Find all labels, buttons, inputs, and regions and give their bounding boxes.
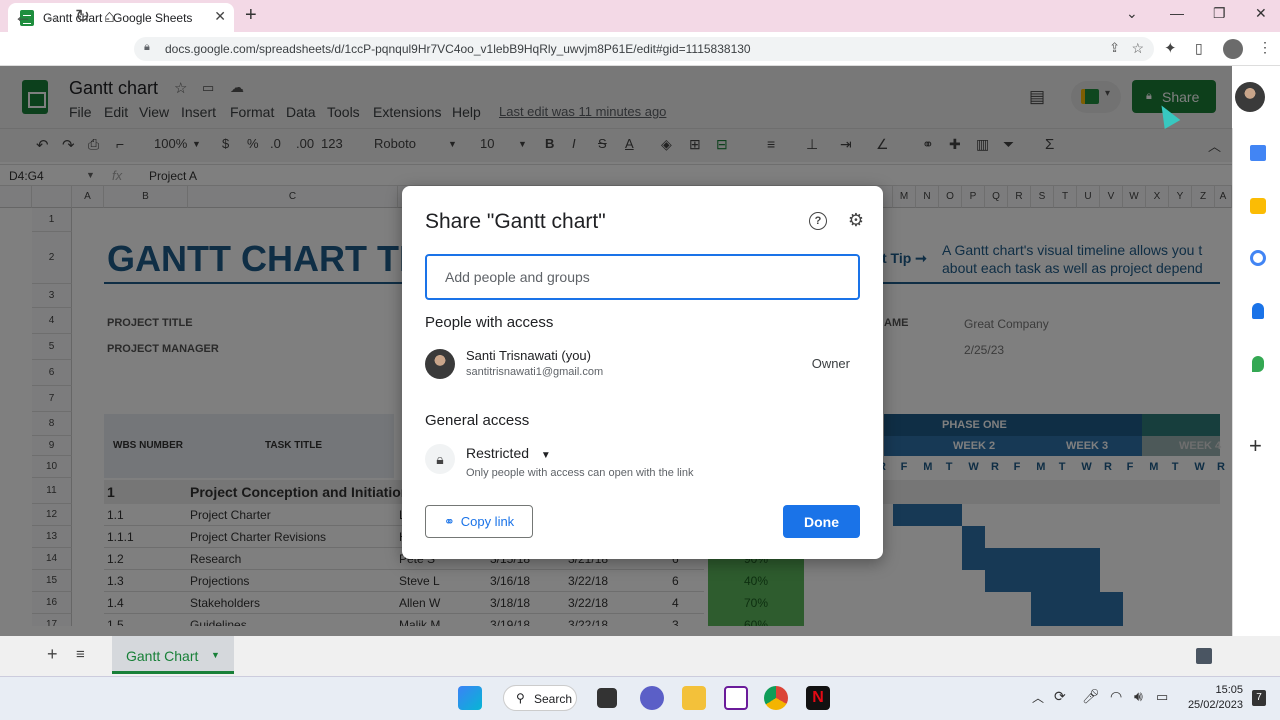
clock-time: 15:05 (1215, 684, 1243, 696)
dialog-title: Share "Gantt chart" (425, 210, 606, 233)
snipping-tool-icon[interactable] (724, 686, 748, 710)
microphone-icon[interactable]: 🎤︎ (1082, 688, 1100, 705)
reload-icon[interactable]: ↻ (75, 6, 90, 27)
lock-icon[interactable]: 🔒︎ (144, 41, 150, 54)
user-avatar (425, 349, 455, 379)
tab-title: Gantt chart - Google Sheets (43, 11, 193, 25)
general-access-heading: General access (425, 412, 530, 429)
task-view-icon[interactable] (597, 688, 617, 708)
side-panel-icon[interactable]: ▯ (1195, 40, 1203, 57)
home-icon[interactable]: ⌂ (104, 6, 115, 27)
start-icon[interactable] (458, 686, 482, 710)
new-tab-button[interactable]: + (245, 4, 257, 27)
clock-date: 25/02/2023 (1187, 699, 1243, 711)
all-sheets-icon[interactable]: ≡ (76, 646, 85, 663)
maps-icon[interactable] (1252, 356, 1264, 372)
minimize-button[interactable]: — (1170, 5, 1184, 21)
copy-link-label: Copy link (460, 513, 515, 529)
add-addon-icon[interactable]: + (1249, 433, 1262, 459)
share-dialog: Share "Gantt chart" ? ⚙ People with acce… (402, 186, 883, 559)
add-sheet-icon[interactable]: + (47, 644, 58, 665)
add-people-input[interactable] (425, 254, 860, 300)
keep-icon[interactable] (1250, 198, 1266, 214)
volume-icon[interactable]: 🔊︎ (1134, 688, 1143, 705)
browser-menu-icon[interactable]: ⋮ (1258, 39, 1272, 56)
tasks-icon[interactable] (1250, 250, 1266, 266)
battery-icon[interactable]: ▭ (1156, 689, 1168, 705)
done-button[interactable]: Done (783, 505, 860, 538)
user-email: santitrisnawati1@gmail.com (466, 366, 604, 378)
calendar-icon[interactable] (1250, 145, 1266, 161)
explore-icon[interactable] (1196, 648, 1212, 664)
search-icon: ⚲ (516, 691, 525, 705)
back-icon[interactable]: ← (14, 6, 32, 27)
forward-icon[interactable]: → (44, 6, 62, 27)
people-heading: People with access (425, 314, 554, 331)
chrome-icon[interactable] (764, 686, 788, 710)
tab-search-icon[interactable]: ⌄ (1126, 5, 1138, 22)
access-description: Only people with access can open with th… (466, 467, 694, 479)
profile-avatar[interactable] (1223, 39, 1243, 59)
taskbar-search-button[interactable]: ⚲ Search (503, 685, 577, 711)
url-field[interactable]: 🔒︎ docs.google.com/spreadsheets/d/1ccP-p… (134, 37, 1154, 61)
link-icon: ⚭ (443, 513, 455, 529)
sheet-tab-label: Gantt Chart (126, 648, 199, 664)
notification-badge[interactable]: 7 (1252, 690, 1266, 706)
url-text: docs.google.com/spreadsheets/d/1ccP-pqnq… (165, 42, 751, 56)
user-name: Santi Trisnawati (you) (466, 348, 591, 363)
wifi-icon[interactable]: ◠ (1110, 688, 1122, 705)
settings-gear-icon[interactable]: ⚙ (846, 210, 866, 230)
browser-tab[interactable]: Gantt chart - Google Sheets ✕ (8, 3, 234, 32)
access-level-dropdown[interactable]: Restricted ▼ (466, 445, 551, 461)
help-icon[interactable]: ? (809, 212, 827, 230)
search-label: Search (534, 692, 573, 706)
share-page-icon[interactable]: ⇪ (1109, 40, 1120, 56)
chevron-up-icon[interactable]: ︿ (1032, 689, 1044, 706)
caret-down-icon: ▼ (540, 450, 551, 461)
user-role: Owner (811, 356, 850, 371)
copy-link-button[interactable]: ⚭ Copy link (425, 505, 533, 538)
sync-icon[interactable]: ⟳ (1054, 688, 1066, 705)
account-avatar[interactable] (1235, 82, 1265, 112)
teams-chat-icon[interactable] (640, 686, 664, 710)
close-tab-icon[interactable]: ✕ (214, 8, 226, 25)
sheet-tab-gantt[interactable]: Gantt Chart ▼ (112, 636, 234, 674)
access-level-label: Restricted (466, 445, 530, 461)
close-window-button[interactable]: ✕ (1255, 5, 1267, 22)
maximize-button[interactable]: ❐ (1213, 5, 1226, 22)
lock-icon: 🔒︎ (425, 444, 455, 474)
extensions-icon[interactable]: ✦ (1164, 39, 1177, 57)
file-explorer-icon[interactable] (682, 686, 706, 710)
taskbar-clock[interactable]: 15:05 25/02/2023 (1188, 683, 1243, 713)
contacts-icon[interactable] (1252, 303, 1264, 319)
netflix-icon[interactable]: N (806, 686, 830, 710)
bookmark-star-icon[interactable]: ☆ (1131, 40, 1144, 57)
side-panel: + › (1232, 128, 1280, 676)
chevron-down-icon: ▼ (211, 650, 220, 660)
